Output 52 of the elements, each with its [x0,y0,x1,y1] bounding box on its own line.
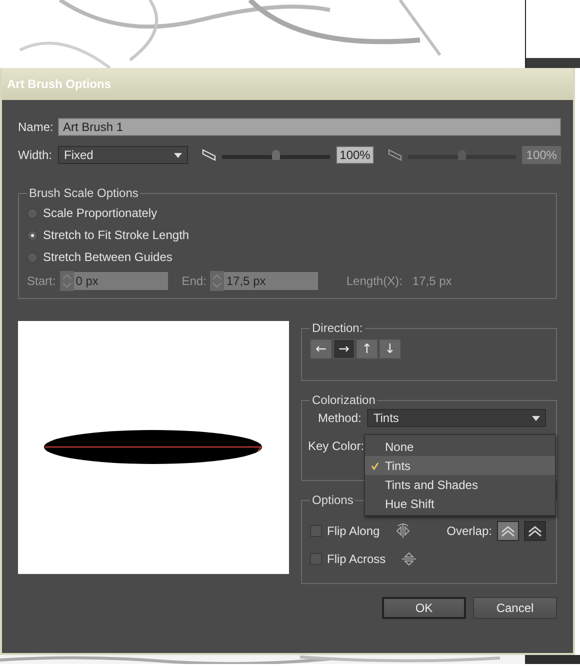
taper-icon [388,149,402,161]
menu-item[interactable]: Tints [365,456,555,475]
start-field[interactable]: 0 px [60,272,168,290]
menu-item[interactable]: None [365,437,555,456]
checkbox-label: Flip Along [327,524,380,538]
checkbox[interactable] [310,525,322,537]
overlap-button[interactable] [497,521,519,541]
flip-icon [394,523,411,539]
field-label: Name: [18,120,52,134]
radio-label: Scale Proportionately [43,206,158,220]
group-title: Colorization [311,393,376,407]
slider-thumb[interactable] [272,150,280,160]
name-field[interactable]: Art Brush 1 [58,118,561,136]
method-dropdown[interactable]: Tints [367,409,546,427]
spinner-icon[interactable] [60,271,74,291]
field-label: Length(X): [346,274,402,288]
checkbox-label: Flip Across [327,552,386,566]
field-label: End: [182,274,206,288]
taper-icon [202,149,216,161]
overlap-button[interactable] [524,521,546,541]
menu-item[interactable]: Hue Shift [365,494,555,513]
cancel-button[interactable]: Cancel [473,597,557,619]
field-label: Width: [18,148,52,162]
field-label: Start: [27,274,56,288]
radio-label: Stretch to Fit Stroke Length [43,228,190,242]
radio-button[interactable] [27,230,38,240]
ok-button[interactable]: OK [382,597,466,619]
field-label: Method: [318,411,362,425]
menu-item[interactable]: Tints and Shades [365,475,555,494]
group-title: Brush Scale Options [28,186,140,200]
caret-icon [174,152,182,158]
group-title: Options [311,493,354,507]
direction-button[interactable]: ← [310,339,332,359]
check-icon [371,462,379,470]
spinner-icon[interactable] [210,271,224,291]
chevron-icon [528,525,542,537]
window-title: Art Brush Options [7,77,111,91]
flip-icon [400,551,417,567]
end-field[interactable]: 17,5 px [210,272,318,290]
field-label: Overlap: [446,524,492,538]
percent-field[interactable]: 100% [336,146,374,164]
direction-button[interactable]: → [333,339,355,359]
chevron-icon [501,525,515,537]
field-label: Key Color: [308,439,364,453]
checkbox[interactable] [310,553,322,565]
direction-button[interactable]: ↑ [356,339,378,359]
direction-button[interactable]: ↓ [379,339,401,359]
caret-icon [532,416,540,420]
length-value: 17,5 px [412,274,452,288]
group-title: Direction: [311,321,364,335]
radio-label: Stretch Between Guides [43,250,172,264]
width-dropdown[interactable]: Fixed [58,146,188,164]
